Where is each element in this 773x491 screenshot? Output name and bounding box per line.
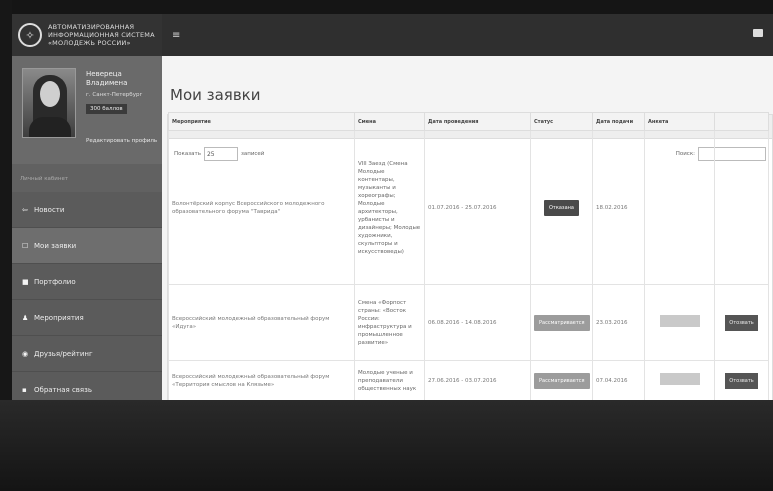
profile-name: Невереца Владимена (86, 70, 156, 88)
sidebar: Невереца Владимена г. Санкт-Петербург 30… (12, 56, 162, 404)
edit-profile-link[interactable]: Редактировать профиль (86, 138, 157, 144)
sidebar-caption: Личный кабинет (12, 164, 162, 192)
sidebar-item-label: Портфолио (34, 277, 76, 286)
brand-line-2: ИНФОРМАЦИОННАЯ СИСТЕМА (48, 31, 155, 39)
status-badge: Отказана (544, 199, 579, 216)
events-icon: ♟ (22, 313, 29, 322)
cell-event: Всероссийский молодежный образовательный… (168, 360, 355, 401)
sidebar-item-label: Мои заявки (34, 241, 77, 250)
sidebar-item-label: Обратная связь (34, 385, 92, 394)
recall-button[interactable]: Отозвать (725, 372, 758, 389)
applications-table: Мероприятие Смена Дата проведения Статус… (168, 112, 769, 401)
col-header-status[interactable]: Статус (530, 112, 593, 131)
page-title: Мои заявки (170, 86, 261, 104)
profile-score-badge: 300 баллов (86, 104, 127, 114)
cell-shift: VIII Заезд (Смена Молодые контентары, му… (354, 130, 425, 285)
cell-shift: Молодые ученые и преподаватели обществен… (354, 360, 425, 401)
table-row: Всероссийский молодежный образовательный… (168, 360, 769, 401)
cell-dates: 01.07.2016 - 25.07.2016 (424, 130, 531, 285)
cell-annex (644, 284, 715, 361)
sidebar-item-events[interactable]: ♟ Мероприятия (12, 300, 162, 336)
photo-surround-bottom (0, 400, 773, 491)
avatar (22, 68, 76, 138)
profile-name-line-1: Невереца (86, 70, 122, 78)
photo-surround-top (0, 0, 773, 14)
sidebar-item-portfolio[interactable]: ■ Портфолио (12, 264, 162, 300)
cell-event: Всероссийский молодежный образовательный… (168, 284, 355, 361)
profile-card: Невереца Владимена г. Санкт-Петербург 30… (12, 56, 162, 164)
cell-status: Рассматривается (530, 284, 593, 361)
cell-status: Отказана (530, 130, 593, 285)
avatar-face (40, 81, 60, 107)
cell-annex (644, 130, 715, 285)
feedback-icon: ▪ (22, 385, 27, 394)
cell-submitted: 23.03.2016 (592, 284, 645, 361)
annex-button[interactable] (659, 315, 700, 327)
col-header-action (714, 112, 769, 131)
cell-dates: 06.08.2016 - 14.08.2016 (424, 284, 531, 361)
menu-toggle-icon[interactable]: ≡ (172, 30, 180, 41)
news-icon: ⇦ (22, 205, 28, 214)
cell-action: Отозвать (714, 360, 769, 401)
app-screen: ✧ АВТОМАТИЗИРОВАННАЯ ИНФОРМАЦИОННАЯ СИСТ… (12, 14, 773, 404)
recall-button[interactable]: Отозвать (725, 314, 758, 331)
brand-title: АВТОМАТИЗИРОВАННАЯ ИНФОРМАЦИОННАЯ СИСТЕМ… (48, 23, 155, 47)
cell-submitted: 18.02.2016 (592, 130, 645, 285)
main-content: Мои заявки Заявки на мероприятия Показат… (162, 56, 773, 404)
location-pin-icon: ◉ (22, 349, 29, 358)
sidebar-item-news[interactable]: ⇦ Новости (12, 192, 162, 228)
avatar-body (29, 117, 71, 137)
brand[interactable]: ✧ АВТОМАТИЗИРОВАННАЯ ИНФОРМАЦИОННАЯ СИСТ… (12, 14, 162, 56)
cell-shift: Смена «Форпост страны: «Восток России: и… (354, 284, 425, 361)
table-header-row: Мероприятие Смена Дата проведения Статус… (168, 112, 769, 131)
cell-status: Рассматривается (530, 360, 593, 401)
col-header-shift[interactable]: Смена (354, 112, 425, 131)
col-header-annex[interactable]: Анкета (644, 112, 715, 131)
col-header-submitted[interactable]: Дата подачи (592, 112, 645, 131)
cell-action: Отозвать (714, 284, 769, 361)
status-badge: Рассматривается (534, 314, 590, 331)
annex-button[interactable] (659, 373, 700, 385)
user-menu-icon[interactable] (753, 29, 763, 37)
cell-event: Волонтёрский корпус Всероссийского молод… (168, 130, 355, 285)
profile-name-line-2: Владимена (86, 79, 128, 87)
cell-submitted: 07.04.2016 (592, 360, 645, 401)
cell-dates: 27.06.2016 - 03.07.2016 (424, 360, 531, 401)
portfolio-icon: ■ (22, 277, 29, 286)
status-badge: Рассматривается (534, 372, 590, 389)
table-row: Всероссийский молодежный образовательный… (168, 284, 769, 361)
top-bar: ✧ АВТОМАТИЗИРОВАННАЯ ИНФОРМАЦИОННАЯ СИСТ… (12, 14, 773, 56)
applications-icon: ☐ (22, 241, 29, 250)
sidebar-item-label: Мероприятия (34, 313, 84, 322)
col-header-dates[interactable]: Дата проведения (424, 112, 531, 131)
table-row: Волонтёрский корпус Всероссийского молод… (168, 130, 769, 285)
sidebar-item-friends[interactable]: ◉ Друзья/рейтинг (12, 336, 162, 372)
brand-line-3: «МОЛОДЕЖЬ РОССИИ» (48, 39, 131, 47)
col-header-event[interactable]: Мероприятие (168, 112, 355, 131)
sidebar-item-label: Новости (34, 205, 65, 214)
sidebar-item-label: Друзья/рейтинг (34, 349, 93, 358)
profile-city: г. Санкт-Петербург (86, 92, 143, 98)
brand-line-1: АВТОМАТИЗИРОВАННАЯ (48, 23, 135, 31)
brand-logo-icon: ✧ (18, 23, 42, 47)
cell-annex (644, 360, 715, 401)
sidebar-item-my-applications[interactable]: ☐ Мои заявки (12, 228, 162, 264)
cell-action (714, 130, 769, 285)
